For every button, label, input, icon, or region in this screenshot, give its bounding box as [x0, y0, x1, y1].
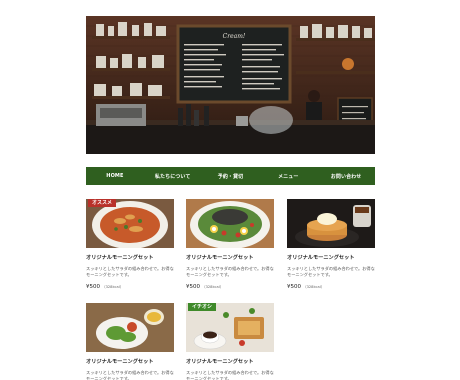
- nav-contact[interactable]: お問い合わせ: [317, 167, 375, 185]
- menu-photo-salad: [186, 199, 274, 248]
- menu-price: ¥500 （328kcal）: [287, 284, 325, 291]
- menu-photo-coffee-toast: イチオシ: [186, 303, 274, 352]
- menu-desc: スッキリとしたサラダの組み合わせで。お得なモーニングセットです。: [186, 370, 274, 380]
- menu-card[interactable]: イチオシ オリジナルモーニングセット スッキリとしたサラダの組み合わせで。お得な…: [186, 303, 274, 380]
- menu-name: オリジナルモーニングセット: [86, 359, 154, 365]
- nav-home[interactable]: HOME: [86, 167, 144, 185]
- menu-card[interactable]: オリジナルモーニングセット スッキリとしたサラダの組み合わせで。お得なモーニング…: [86, 303, 174, 380]
- nav-menu[interactable]: メニュー: [259, 167, 317, 185]
- menu-name: オリジナルモーニングセット: [186, 255, 254, 261]
- menu-name: オリジナルモーニングセット: [86, 255, 154, 261]
- nav-reservation[interactable]: 予約・貸切: [202, 167, 260, 185]
- menu-photo-breakfast: [86, 303, 174, 352]
- menu-photo-pancakes: [287, 199, 375, 248]
- menu-name: オリジナルモーニングセット: [287, 255, 355, 261]
- recommend-badge: オススメ: [88, 199, 117, 207]
- hero-image: Cream!: [86, 16, 375, 154]
- menu-desc: スッキリとしたサラダの組み合わせで。お得なモーニングセットです。: [186, 266, 274, 278]
- menu-price: ¥500 （328kcal）: [186, 284, 224, 291]
- main-nav: HOME 私たちについて 予約・貸切 メニュー お問い合わせ: [86, 167, 375, 185]
- menu-desc: スッキリとしたサラダの組み合わせで。お得なモーニングセットです。: [287, 266, 375, 278]
- menu-desc: スッキリとしたサラダの組み合わせで。お得なモーニングセットです。: [86, 370, 174, 380]
- menu-photo-pasta: オススメ: [86, 199, 174, 248]
- menu-name: オリジナルモーニングセット: [186, 359, 254, 365]
- featured-badge: イチオシ: [188, 303, 217, 311]
- menu-card[interactable]: オススメ オリジナルモーニングセット スッキリとしたサラダの組み合わせで。お得な…: [86, 199, 174, 290]
- nav-about[interactable]: 私たちについて: [144, 167, 202, 185]
- menu-card[interactable]: オリジナルモーニングセット スッキリとしたサラダの組み合わせで。お得なモーニング…: [186, 199, 274, 290]
- menu-card[interactable]: オリジナルモーニングセット スッキリとしたサラダの組み合わせで。お得なモーニング…: [287, 199, 375, 290]
- svg-text:Cream!: Cream!: [223, 33, 246, 40]
- menu-desc: スッキリとしたサラダの組み合わせで。お得なモーニングセットです。: [86, 266, 174, 278]
- menu-price: ¥500 （328kcal）: [86, 284, 124, 291]
